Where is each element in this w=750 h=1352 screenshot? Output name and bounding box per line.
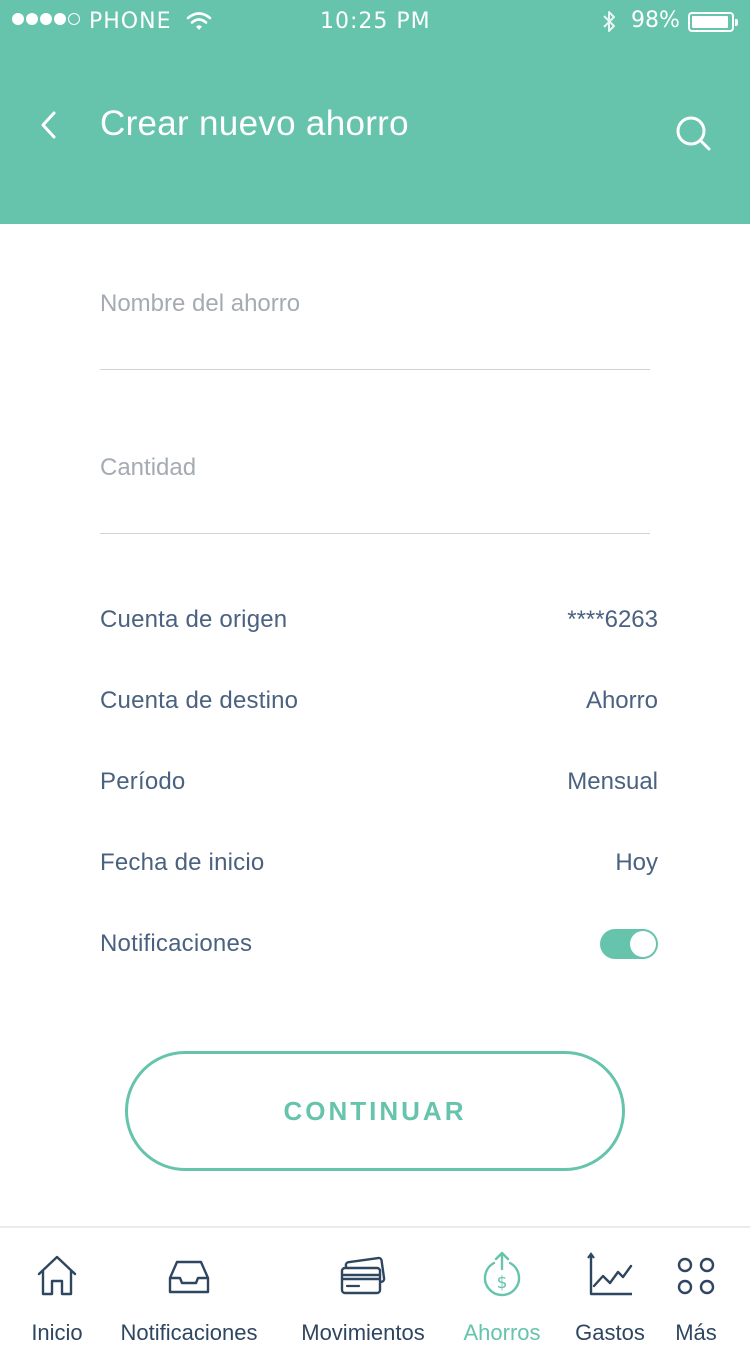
carrier-name: PHONE <box>89 9 172 34</box>
tab-label: Movimientos <box>301 1320 425 1345</box>
inbox-icon <box>168 1260 210 1294</box>
destination-account-row[interactable]: Cuenta de destino Ahorro <box>100 681 658 721</box>
search-button[interactable] <box>672 112 714 154</box>
amount-field <box>100 450 650 534</box>
search-icon <box>676 116 711 151</box>
tab-label: Notificaciones <box>120 1320 258 1345</box>
source-account-label: Cuenta de origen <box>100 606 288 633</box>
amount-input[interactable] <box>100 454 650 482</box>
notifications-label: Notificaciones <box>100 930 253 957</box>
tab-inicio[interactable]: Inicio <box>24 1228 90 1352</box>
destination-account-value: Ahorro <box>585 687 658 714</box>
tab-notificaciones[interactable]: Notificaciones <box>110 1228 268 1352</box>
period-label: Período <box>100 768 186 795</box>
chevron-left-icon <box>41 111 56 139</box>
battery-percent: 98% <box>631 8 680 33</box>
source-account-value: ****6263 <box>567 606 658 633</box>
savings-name-field <box>100 286 650 370</box>
back-button[interactable] <box>36 106 66 146</box>
toggle-knob <box>630 931 656 957</box>
notifications-row: Notificaciones <box>100 924 658 964</box>
tab-label: Más <box>675 1320 717 1345</box>
chart-icon <box>587 1252 633 1296</box>
start-date-value: Hoy <box>615 849 658 876</box>
signal-strength-icon <box>12 13 80 25</box>
status-bar: PHONE 10:25 PM 98% <box>0 0 750 42</box>
tab-label: Inicio <box>31 1320 83 1345</box>
tab-label: Gastos <box>575 1320 645 1345</box>
battery-icon <box>688 12 738 32</box>
destination-account-label: Cuenta de destino <box>100 687 299 714</box>
tab-label: Ahorros <box>463 1320 541 1345</box>
cards-icon <box>340 1256 386 1295</box>
page-title: Crear nuevo ahorro <box>100 104 409 143</box>
source-account-row[interactable]: Cuenta de origen ****6263 <box>100 600 658 640</box>
app-header: PHONE 10:25 PM 98% Crear nuevo ahorro <box>0 0 750 224</box>
tab-gastos[interactable]: Gastos <box>570 1228 650 1352</box>
tab-bar: Inicio Notificaciones Movimientos $ Ahor… <box>0 1226 750 1352</box>
period-row[interactable]: Período Mensual <box>100 762 658 802</box>
period-value: Mensual <box>567 768 658 795</box>
tab-mas[interactable]: Más <box>668 1228 724 1352</box>
start-date-label: Fecha de inicio <box>100 849 265 876</box>
tab-ahorros[interactable]: $ Ahorros <box>456 1228 548 1352</box>
svg-text:$: $ <box>497 1273 508 1293</box>
savings-name-input[interactable] <box>100 290 650 318</box>
tab-movimientos[interactable]: Movimientos <box>290 1228 436 1352</box>
continue-button[interactable]: CONTINUAR <box>125 1051 625 1171</box>
bluetooth-icon <box>600 9 618 41</box>
start-date-row[interactable]: Fecha de inicio Hoy <box>100 843 658 883</box>
status-time: 10:25 PM <box>320 9 431 34</box>
notifications-toggle[interactable] <box>600 929 658 959</box>
wifi-icon <box>186 10 212 38</box>
home-icon <box>37 1255 77 1296</box>
more-icon <box>677 1257 715 1295</box>
savings-icon: $ <box>483 1251 521 1297</box>
